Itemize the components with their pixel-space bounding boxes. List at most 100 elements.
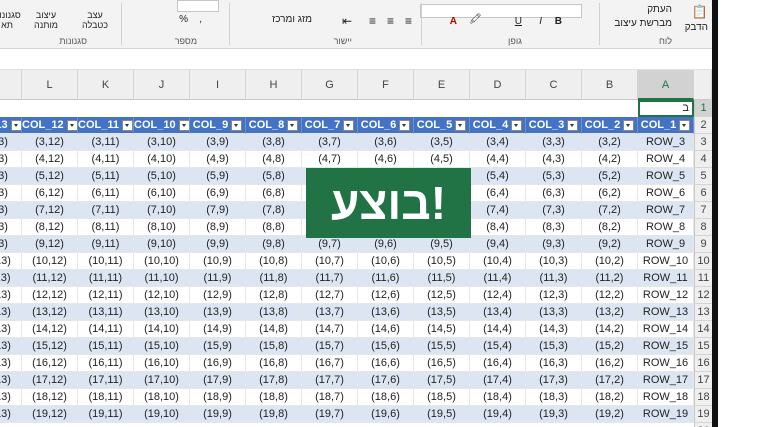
table-cell[interactable]: (5,10): [134, 168, 190, 185]
table-cell[interactable]: (7,3): [526, 202, 582, 219]
table-cell[interactable]: (15,11): [78, 338, 134, 355]
table-cell[interactable]: (7,2): [582, 202, 638, 219]
table-header-cell[interactable]: COL_9: [190, 117, 246, 134]
table-header-cell[interactable]: COL_11: [78, 117, 134, 134]
table-cell[interactable]: (14,4): [470, 321, 526, 338]
table-cell[interactable]: (11,4): [470, 270, 526, 287]
column-header-h[interactable]: H: [246, 70, 302, 100]
table-cell[interactable]: (6,8): [246, 185, 302, 202]
copy-button[interactable]: העתק: [647, 4, 672, 15]
merge-center-button[interactable]: מזג ומרכז: [272, 14, 312, 25]
table-cell[interactable]: (10,10): [134, 253, 190, 270]
table-cell[interactable]: (8,9): [190, 219, 246, 236]
table-cell[interactable]: (4,2): [582, 151, 638, 168]
row-label-cell[interactable]: ROW_5: [638, 168, 694, 185]
table-cell[interactable]: (3,2): [582, 134, 638, 151]
table-cell[interactable]: (17,11): [78, 372, 134, 389]
table-cell[interactable]: (18,8): [246, 389, 302, 406]
table-cell[interactable]: (19,9): [190, 406, 246, 423]
row-header-13[interactable]: 13: [694, 304, 712, 321]
table-cell[interactable]: (18,9): [190, 389, 246, 406]
table-cell[interactable]: (16,12): [22, 355, 78, 372]
table-cell[interactable]: (3,4): [470, 134, 526, 151]
table-cell[interactable]: (17,2): [582, 372, 638, 389]
column-header-k[interactable]: K: [78, 70, 134, 100]
table-cell[interactable]: (13,8): [246, 304, 302, 321]
column-header-m[interactable]: M: [0, 70, 22, 100]
table-header-cell[interactable]: COL_4: [470, 117, 526, 134]
row-label-cell[interactable]: ROW_17: [638, 372, 694, 389]
table-cell[interactable]: (13,4): [470, 304, 526, 321]
table-cell[interactable]: (3,13): [0, 134, 22, 151]
table-cell[interactable]: (18,6): [358, 389, 414, 406]
table-cell[interactable]: (12,12): [22, 287, 78, 304]
format-painter-button[interactable]: מברשת עיצוב: [614, 18, 672, 29]
row-header-4[interactable]: 4: [694, 151, 712, 168]
table-cell[interactable]: (16,13): [0, 355, 22, 372]
table-cell[interactable]: (14,10): [134, 321, 190, 338]
table-cell[interactable]: (19,11): [78, 406, 134, 423]
table-cell[interactable]: (8,11): [78, 219, 134, 236]
paste-icon[interactable]: 📋: [692, 4, 708, 20]
row-header-8[interactable]: 8: [694, 219, 712, 236]
column-header-c[interactable]: C: [526, 70, 582, 100]
table-cell[interactable]: (18,5): [414, 389, 470, 406]
align-right-icon[interactable]: ≡: [405, 14, 412, 28]
table-cell[interactable]: (7,11): [78, 202, 134, 219]
column-header-d[interactable]: D: [470, 70, 526, 100]
row-header-11[interactable]: 11: [694, 270, 712, 287]
table-cell[interactable]: (12,9): [190, 287, 246, 304]
table-cell[interactable]: (3,3): [526, 134, 582, 151]
table-cell[interactable]: (8,8): [246, 219, 302, 236]
table-cell[interactable]: (10,4): [470, 253, 526, 270]
row-label-cell[interactable]: ROW_14: [638, 321, 694, 338]
table-cell[interactable]: (19,5): [414, 406, 470, 423]
table-cell[interactable]: (7,10): [134, 202, 190, 219]
table-cell[interactable]: (11,10): [134, 270, 190, 287]
filter-dropdown-icon[interactable]: [343, 119, 355, 131]
row-header-20[interactable]: 20: [694, 423, 712, 427]
filter-dropdown-icon[interactable]: [567, 119, 579, 131]
table-cell[interactable]: (16,9): [190, 355, 246, 372]
table-cell[interactable]: (17,12): [22, 372, 78, 389]
table-cell[interactable]: (14,9): [190, 321, 246, 338]
row-label-cell[interactable]: ROW_19: [638, 406, 694, 423]
column-header-i[interactable]: I: [190, 70, 246, 100]
worksheet[interactable]: ABCDEFGHIJKLM123456789101112131415161718…: [0, 70, 712, 427]
table-header-cell[interactable]: COL_10: [134, 117, 190, 134]
indent-icon[interactable]: ⇤: [342, 14, 352, 28]
table-cell[interactable]: (13,3): [526, 304, 582, 321]
table-cell[interactable]: (17,4): [470, 372, 526, 389]
table-header-cell[interactable]: COL_1: [638, 117, 694, 134]
table-cell[interactable]: (19,13): [0, 406, 22, 423]
table-cell[interactable]: (16,4): [470, 355, 526, 372]
filter-dropdown-icon[interactable]: [455, 119, 467, 131]
row-header-17[interactable]: 17: [694, 372, 712, 389]
table-cell[interactable]: (7,4): [470, 202, 526, 219]
table-cell[interactable]: (15,13): [0, 338, 22, 355]
filter-dropdown-icon[interactable]: [66, 119, 77, 131]
table-cell[interactable]: (14,3): [526, 321, 582, 338]
table-cell[interactable]: (14,11): [78, 321, 134, 338]
table-cell[interactable]: (15,9): [190, 338, 246, 355]
table-cell[interactable]: (5,13): [0, 168, 22, 185]
table-cell[interactable]: (10,9): [190, 253, 246, 270]
table-cell[interactable]: (15,8): [246, 338, 302, 355]
table-cell[interactable]: (10,12): [22, 253, 78, 270]
table-cell[interactable]: (9,5): [414, 236, 470, 253]
table-cell[interactable]: (18,3): [526, 389, 582, 406]
table-cell[interactable]: (15,4): [470, 338, 526, 355]
table-cell[interactable]: (6,2): [582, 185, 638, 202]
filter-dropdown-icon[interactable]: [679, 119, 691, 131]
table-cell[interactable]: (15,12): [22, 338, 78, 355]
bold-button[interactable]: B: [555, 16, 562, 27]
row-label-cell[interactable]: ROW_18: [638, 389, 694, 406]
table-cell[interactable]: (13,10): [134, 304, 190, 321]
table-cell[interactable]: (4,10): [134, 151, 190, 168]
table-cell[interactable]: (9,9): [190, 236, 246, 253]
table-cell[interactable]: (4,11): [78, 151, 134, 168]
table-cell[interactable]: (17,13): [0, 372, 22, 389]
filter-dropdown-icon[interactable]: [178, 119, 189, 131]
table-cell[interactable]: (10,11): [78, 253, 134, 270]
row-label-cell[interactable]: ROW_16: [638, 355, 694, 372]
